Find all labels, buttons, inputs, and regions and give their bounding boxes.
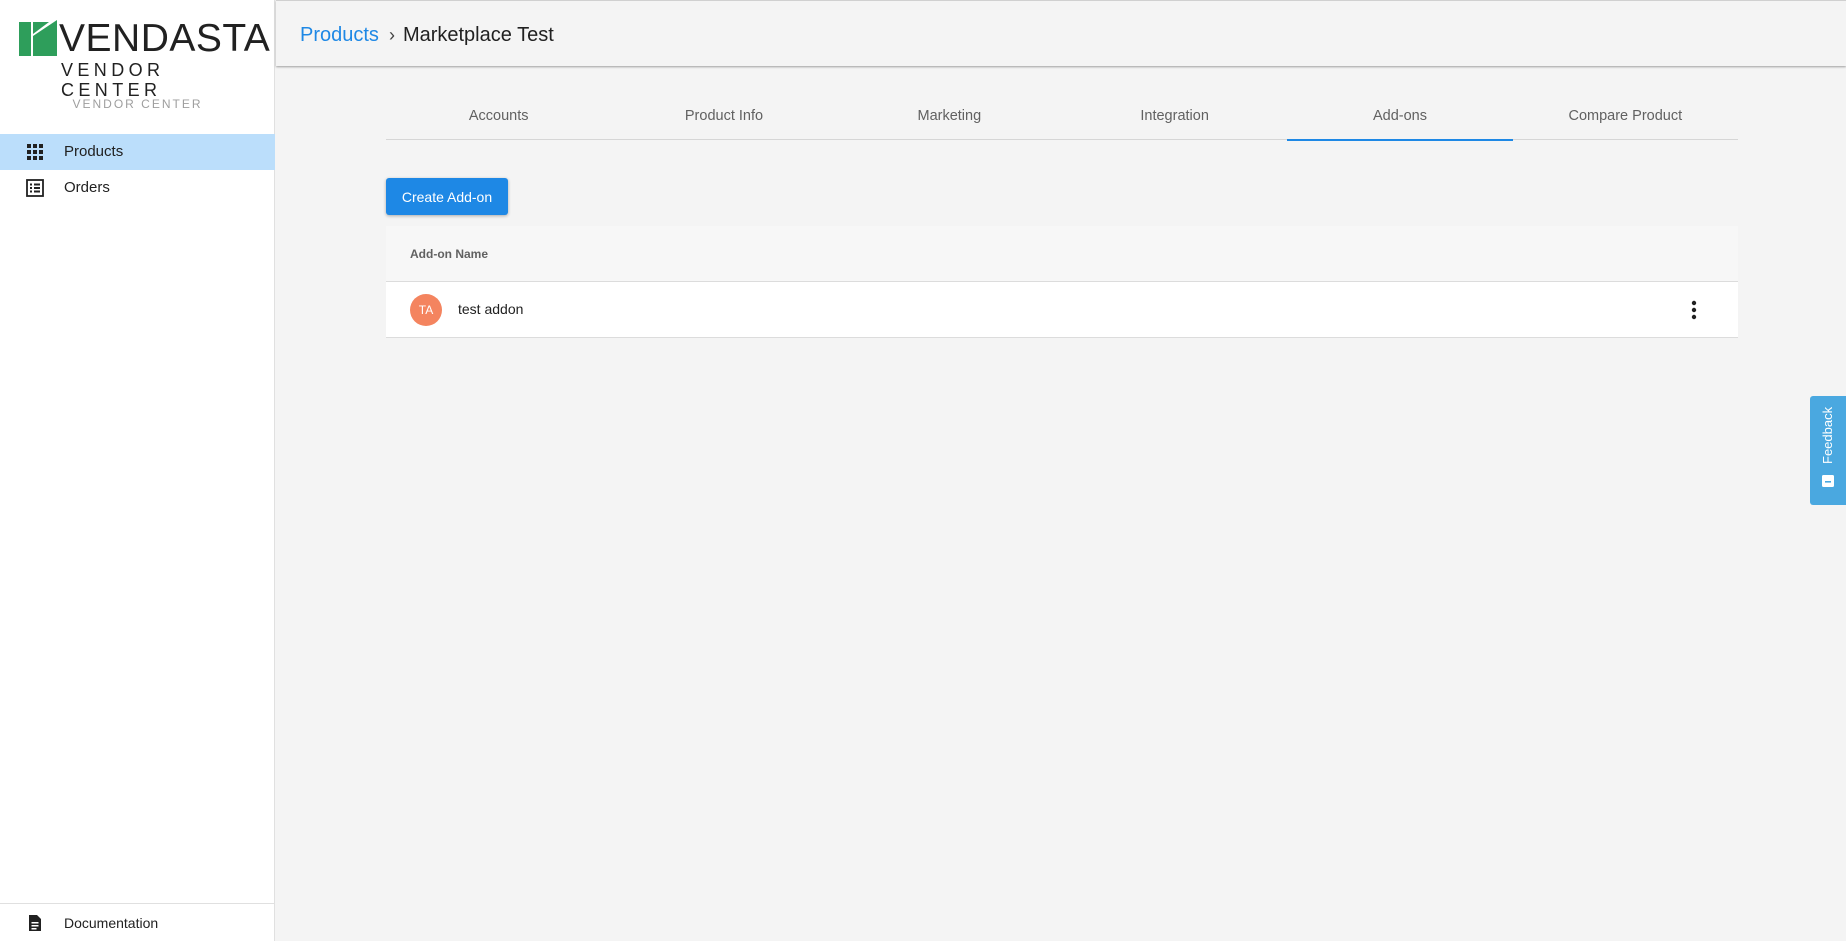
table-header: Add-on Name (386, 226, 1738, 282)
vendasta-logo-icon (19, 20, 57, 56)
add-ons-table: Add-on Name TA test addon (386, 226, 1738, 338)
sidebar-item-products[interactable]: Products (0, 134, 275, 170)
vendasta-logo[interactable]: VENDASTA VENDOR CENTER (19, 18, 270, 100)
tab-accounts[interactable]: Accounts (386, 96, 611, 140)
sidebar: VENDASTA VENDOR CENTER VENDOR CENTER Pro… (0, 0, 275, 941)
column-header-add-on-name[interactable]: Add-on Name (410, 247, 488, 261)
tab-product-info[interactable]: Product Info (611, 96, 836, 140)
sidebar-item-label: Documentation (64, 915, 159, 931)
add-on-name[interactable]: test addon (458, 301, 523, 317)
apps-grid-icon (27, 144, 43, 160)
sidebar-item-label: Orders (64, 179, 110, 196)
product-tabs: Accounts Product Info Marketing Integrat… (386, 96, 1738, 141)
logo-wordmark: VENDASTA (59, 17, 271, 60)
avatar: TA (410, 294, 442, 326)
list-icon (26, 179, 44, 197)
create-add-on-button[interactable]: Create Add-on (386, 178, 508, 215)
breadcrumb-products-link[interactable]: Products (300, 23, 379, 47)
top-bar: Products › Marketplace Test (276, 0, 1846, 66)
sidebar-item-label: Products (64, 143, 124, 160)
more-vert-icon[interactable] (1684, 298, 1704, 322)
document-icon (29, 915, 41, 931)
tab-add-ons[interactable]: Add-ons (1287, 96, 1513, 141)
feedback-label: Feedback (1820, 406, 1835, 464)
feedback-icon (1822, 475, 1834, 487)
sidebar-item-documentation[interactable]: Documentation (0, 903, 275, 941)
table-row[interactable]: TA test addon (386, 282, 1738, 338)
tab-integration[interactable]: Integration (1062, 96, 1287, 140)
tab-compare-product[interactable]: Compare Product (1513, 96, 1738, 140)
feedback-button[interactable]: Feedback (1810, 396, 1846, 505)
breadcrumb-separator: › (388, 25, 395, 45)
sidebar-item-orders[interactable]: Orders (0, 170, 275, 206)
logo-subtitle: VENDOR CENTER (61, 60, 165, 100)
vendor-center-caption: VENDOR CENTER (72, 97, 203, 111)
breadcrumb: Products › Marketplace Test (300, 23, 554, 47)
page-title: Marketplace Test (402, 24, 554, 46)
tab-marketing[interactable]: Marketing (837, 96, 1062, 140)
